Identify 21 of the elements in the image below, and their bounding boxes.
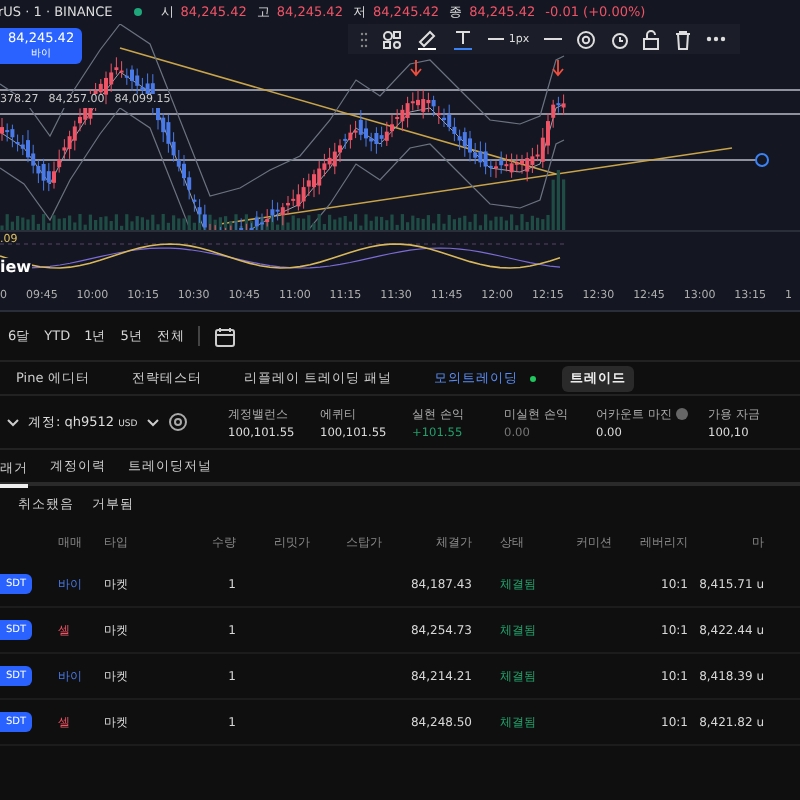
more-icon[interactable] xyxy=(706,36,727,42)
chevron-down-icon[interactable] xyxy=(6,417,20,427)
line-icon[interactable] xyxy=(488,37,505,41)
chevron-down-icon[interactable] xyxy=(145,417,160,427)
info-icon[interactable] xyxy=(675,408,688,420)
lock-icon[interactable] xyxy=(642,29,661,49)
target-icon[interactable] xyxy=(575,29,596,49)
drag-handle-icon[interactable] xyxy=(360,29,369,49)
down-arrow-icon xyxy=(410,59,422,77)
template-icon[interactable] xyxy=(382,29,403,49)
pencil-icon[interactable] xyxy=(416,28,439,50)
connected-dot-icon xyxy=(529,375,536,381)
calendar-icon[interactable] xyxy=(214,325,237,347)
trash-icon[interactable] xyxy=(674,29,693,49)
text-icon[interactable] xyxy=(452,28,475,50)
line-style-icon[interactable] xyxy=(543,37,562,41)
down-arrow-icon xyxy=(552,59,564,77)
line-handle[interactable] xyxy=(755,153,769,167)
status-dot-icon xyxy=(134,8,143,16)
logo-text: iew xyxy=(0,258,32,278)
settings-icon[interactable] xyxy=(167,412,188,432)
